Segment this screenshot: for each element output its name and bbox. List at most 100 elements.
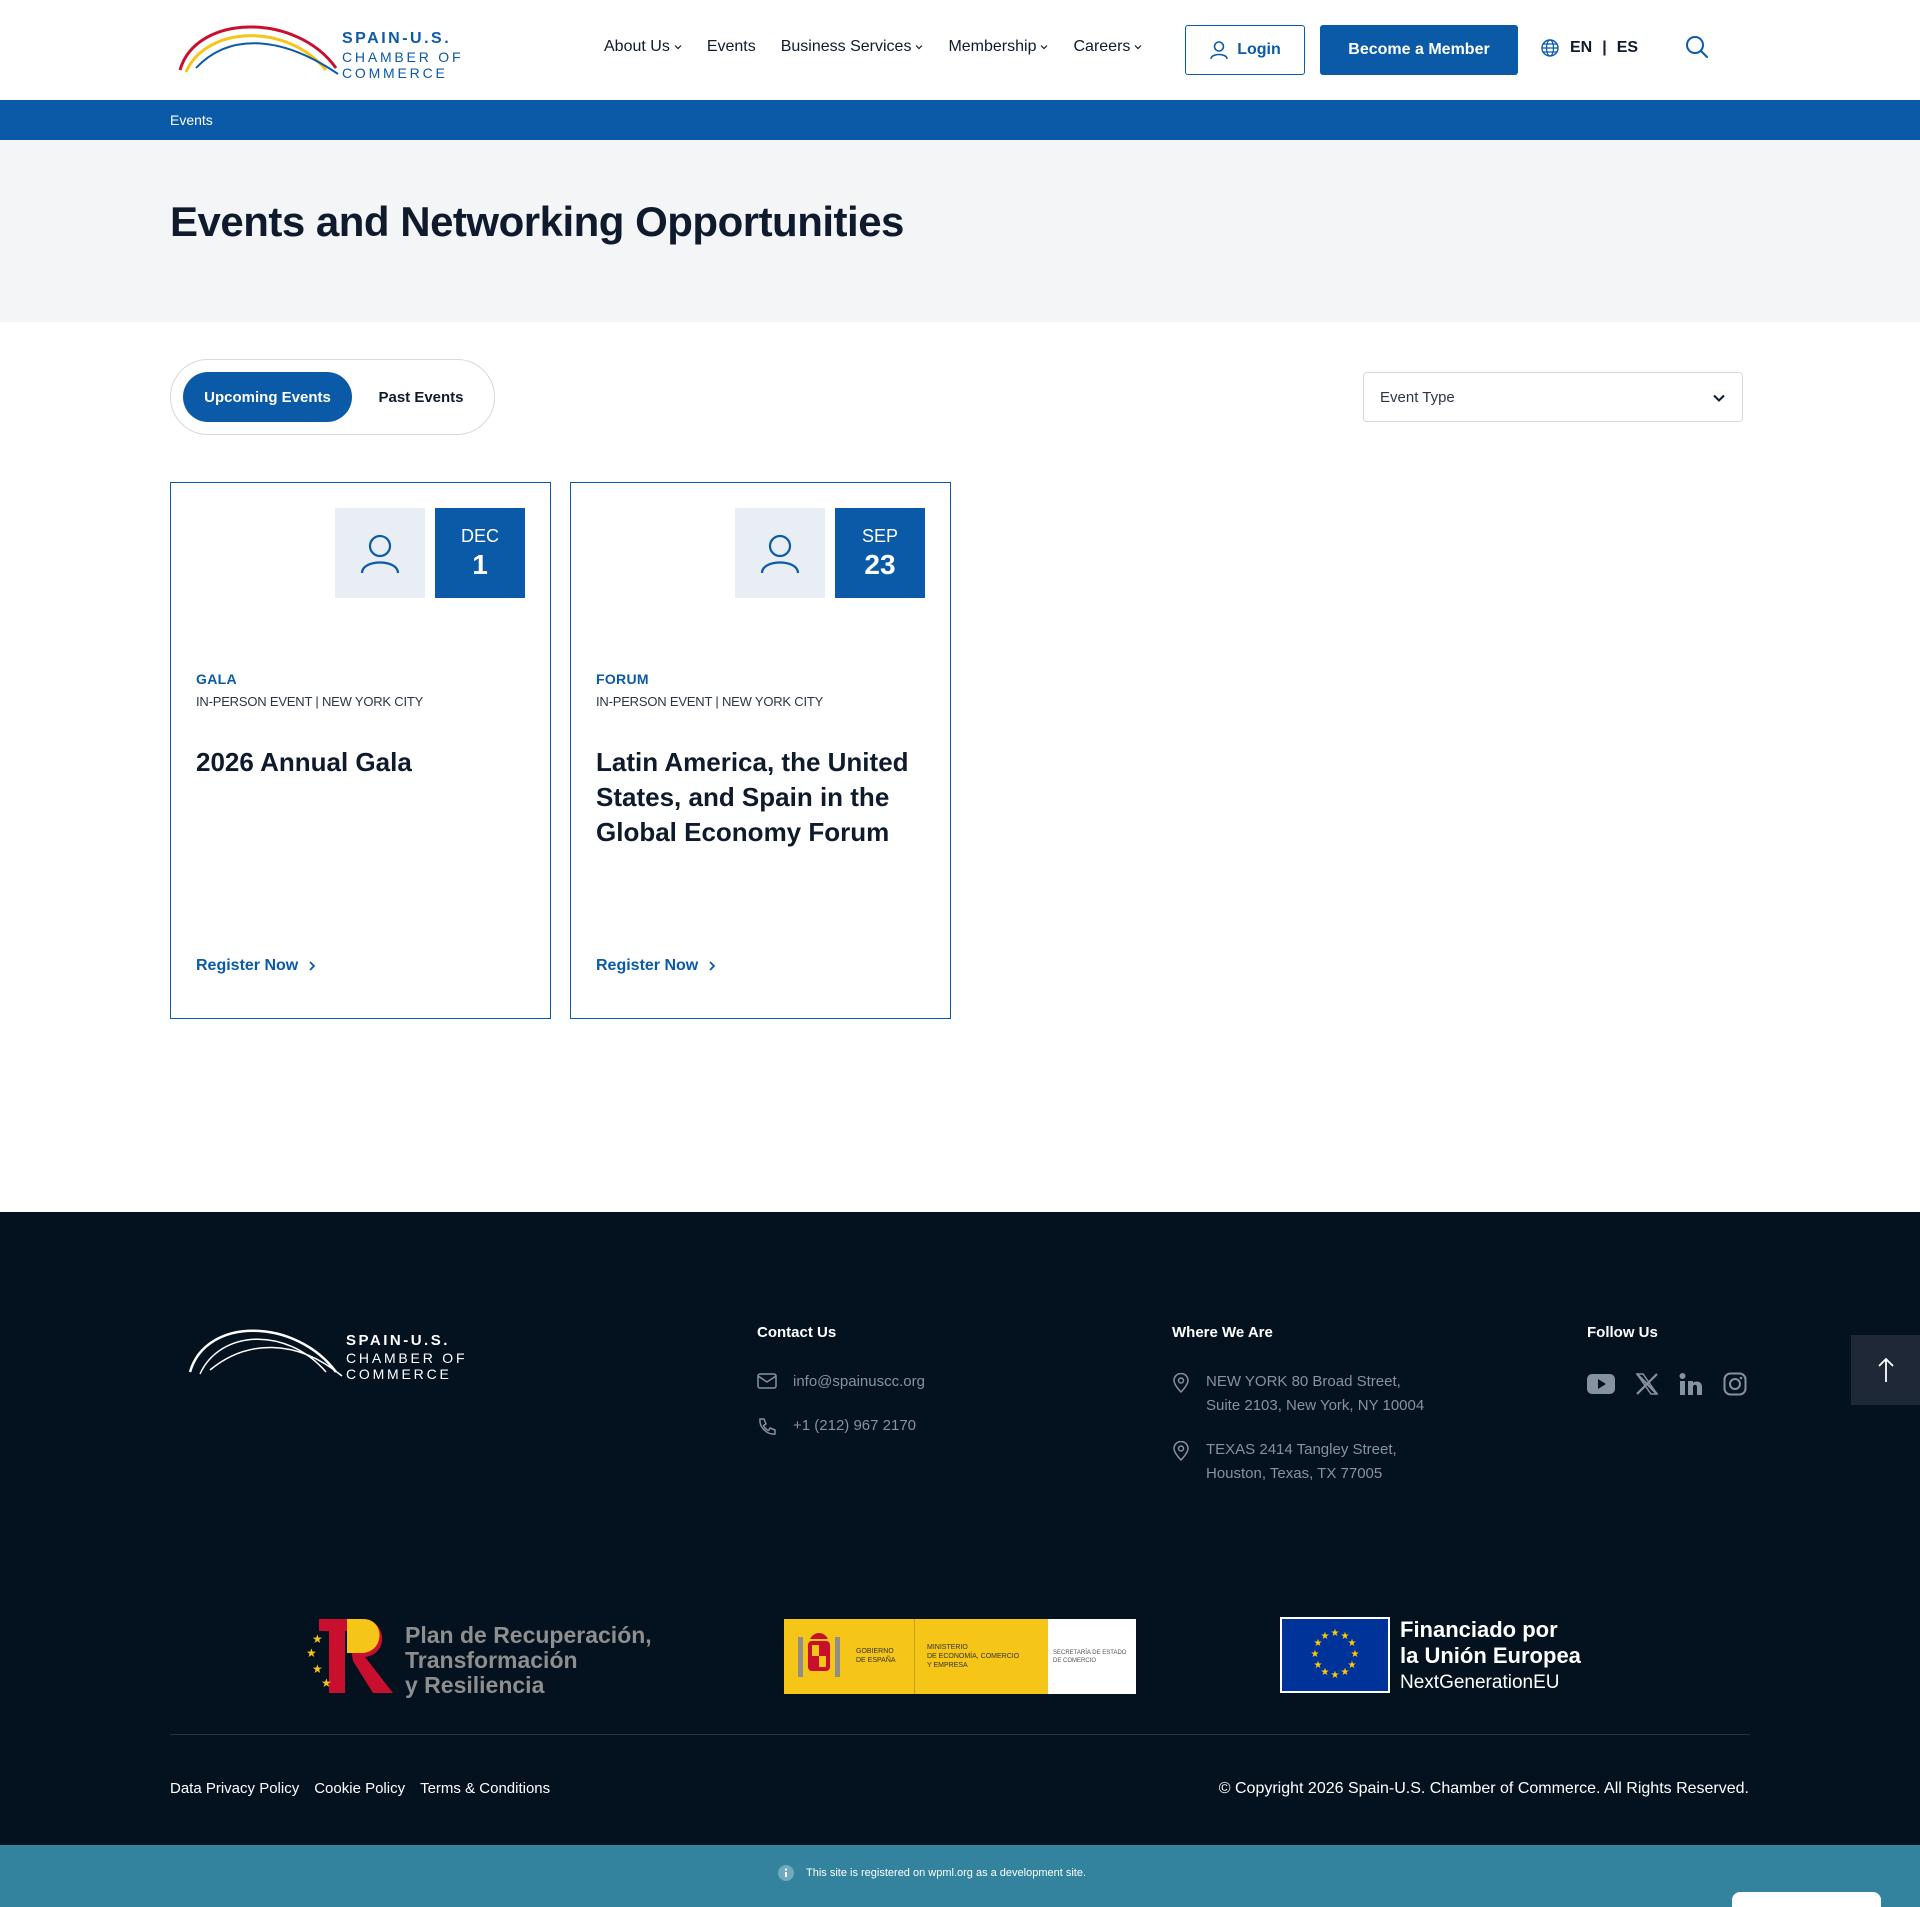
tab-upcoming-events[interactable]: Upcoming Events: [183, 372, 352, 422]
gov-label-2a: MINISTERIO: [927, 1644, 968, 1651]
register-now-label: Register Now: [596, 957, 699, 974]
chevron-down-icon: [916, 45, 923, 50]
wpml-dismiss-tab[interactable]: [1732, 1892, 1881, 1907]
chevron-down-icon: [1134, 45, 1142, 50]
event-meta: IN-PERSON EVENT | NEW YORK CITY: [196, 694, 424, 709]
eu-line2: la Unión Europea: [1400, 1643, 1581, 1668]
terms-conditions-link[interactable]: Terms & Conditions: [420, 1780, 550, 1797]
lang-separator: |: [1602, 39, 1607, 56]
footer-logo-line1: SPAIN-U.S.: [346, 1332, 450, 1349]
event-month: SEP: [861, 526, 899, 546]
info-icon: [778, 1865, 794, 1881]
privacy-policy-link[interactable]: Data Privacy Policy: [170, 1780, 299, 1797]
register-now-link[interactable]: Register Now: [596, 957, 716, 975]
arrow-up-icon: [1877, 1357, 1894, 1382]
eu-line3: NextGenerationEU: [1400, 1672, 1560, 1693]
footer-logo[interactable]: SPAIN-U.S. CHAMBER OF COMMERCE: [186, 1320, 570, 1382]
page-title: Events and Networking Opportunities: [170, 198, 904, 245]
gov-label-2c: Y EMPRESA: [927, 1662, 968, 1669]
event-title[interactable]: Latin America, the United States, and Sp…: [596, 745, 936, 850]
svg-text:★: ★: [1331, 1670, 1340, 1681]
nav-business-services[interactable]: Business Services: [781, 38, 924, 56]
recovery-plan-line3: y Resiliencia: [405, 1672, 545, 1698]
legal-links: Data Privacy Policy Cookie Policy Terms …: [170, 1780, 550, 1797]
gov-label-2b: DE ECONOMÍA, COMERCIO: [927, 1653, 1020, 1660]
cookie-policy-link[interactable]: Cookie Policy: [314, 1780, 405, 1797]
gov-label-1b: DE ESPAÑA: [856, 1657, 896, 1664]
register-now-label: Register Now: [196, 957, 299, 974]
lang-en[interactable]: EN: [1570, 39, 1592, 57]
event-type-value: Event Type: [1380, 388, 1455, 406]
svg-text:★: ★: [1321, 1631, 1330, 1642]
site-footer: SPAIN-U.S. CHAMBER OF COMMERCE Contact U…: [0, 1212, 1920, 1845]
phone-icon: [759, 1418, 776, 1435]
nav-careers[interactable]: Careers: [1073, 38, 1142, 56]
gov-label-3b: DE COMERCIO: [1053, 1658, 1097, 1664]
register-now-link[interactable]: Register Now: [196, 957, 316, 975]
youtube-icon[interactable]: [1587, 1374, 1615, 1399]
nav-about-us-label: About Us: [604, 38, 670, 55]
nav-about-us[interactable]: About Us: [604, 38, 682, 56]
globe-icon: [1541, 39, 1559, 57]
event-card[interactable]: SEP 23 FORUM IN-PERSON EVENT | NEW YORK …: [570, 482, 951, 1019]
linkedin-icon[interactable]: [1679, 1372, 1703, 1401]
tx-address-line1: TEXAS 2414 Tangley Street,: [1206, 1441, 1397, 1458]
page-hero: Events and Networking Opportunities: [0, 140, 1920, 322]
gobierno-espana-logo: GOBIERNO DE ESPAÑA MINISTERIO DE ECONOMÍ…: [784, 1619, 1136, 1694]
svg-text:★: ★: [1351, 1649, 1360, 1660]
event-date-badge: SEP 23: [835, 508, 925, 598]
logo-text: SPAIN-U.S. CHAMBER OF COMMERCE: [342, 30, 560, 81]
chevron-down-icon: [1041, 45, 1048, 50]
event-meta: IN-PERSON EVENT | NEW YORK CITY: [596, 694, 824, 709]
nav-business-services-label: Business Services: [780, 38, 912, 55]
gov-label-3a: SECRETARÍA DE ESTADO: [1053, 1650, 1127, 1656]
social-links: [1587, 1372, 1747, 1401]
tx-address-line2: Houston, Texas, TX 77005: [1206, 1465, 1383, 1482]
nav-events[interactable]: Events: [707, 38, 756, 56]
contact-phone[interactable]: +1 (212) 967 2170: [757, 1414, 916, 1438]
mail-icon: [757, 1373, 777, 1389]
footer-divider: [170, 1734, 1750, 1735]
svg-text:★: ★: [1314, 1660, 1323, 1671]
search-button[interactable]: [1684, 34, 1710, 60]
breadcrumb-bar: Events: [0, 100, 1920, 140]
x-icon[interactable]: [1635, 1372, 1659, 1401]
event-day: 23: [864, 549, 896, 580]
user-icon: [760, 534, 800, 574]
svg-text:★: ★: [312, 1662, 323, 1676]
become-member-button[interactable]: Become a Member: [1320, 25, 1518, 75]
contact-email[interactable]: info@spainuscc.org: [757, 1370, 925, 1394]
breadcrumb[interactable]: Events: [170, 112, 213, 128]
eu-funding-logo: ★ ★ ★ ★ ★ ★ ★ ★ ★ ★ ★ ★ Financiado por la Unión …: [1280, 1617, 1610, 1695]
gov-label-1a: GOBIERNO: [856, 1648, 894, 1655]
site-logo[interactable]: SPAIN-U.S. CHAMBER OF COMMERCE: [176, 18, 560, 81]
event-date-badge: DEC 1: [435, 508, 525, 598]
svg-text:★: ★: [1348, 1638, 1357, 1649]
event-category: FORUM: [596, 671, 649, 687]
language-switcher: EN | ES: [1540, 38, 1638, 58]
footer-logo-text: SPAIN-U.S. CHAMBER OF COMMERCE: [346, 1332, 570, 1382]
event-title[interactable]: 2026 Annual Gala: [196, 745, 536, 780]
ny-address-line2: Suite 2103, New York, NY 10004: [1206, 1397, 1425, 1414]
svg-text:★: ★: [306, 1646, 317, 1660]
lang-es[interactable]: ES: [1617, 39, 1638, 57]
event-card[interactable]: DEC 1 GALA IN-PERSON EVENT | NEW YORK CI…: [170, 482, 551, 1019]
map-pin-icon: [1173, 1441, 1189, 1461]
scroll-to-top-button[interactable]: [1851, 1335, 1920, 1405]
user-icon: [1210, 41, 1229, 60]
map-pin-icon: [1173, 1373, 1189, 1393]
instagram-icon[interactable]: [1723, 1372, 1747, 1401]
login-button[interactable]: Login: [1185, 25, 1305, 75]
spain-coat-of-arms-icon: [798, 1633, 840, 1677]
chevron-right-icon: [709, 961, 716, 971]
wpml-notice-bar: This site is registered on wpml.org as a…: [0, 1845, 1920, 1907]
footer-logo-line2: CHAMBER OF COMMERCE: [346, 1350, 468, 1382]
nav-membership[interactable]: Membership: [948, 38, 1048, 56]
svg-text:★: ★: [1331, 1628, 1340, 1639]
event-month: DEC: [460, 526, 499, 546]
svg-text:★: ★: [1341, 1667, 1350, 1678]
tab-past-events[interactable]: Past Events: [361, 372, 481, 422]
user-icon: [360, 534, 400, 574]
event-type-select[interactable]: Event Type: [1363, 372, 1743, 422]
where-we-are-heading: Where We Are: [1172, 1324, 1273, 1341]
